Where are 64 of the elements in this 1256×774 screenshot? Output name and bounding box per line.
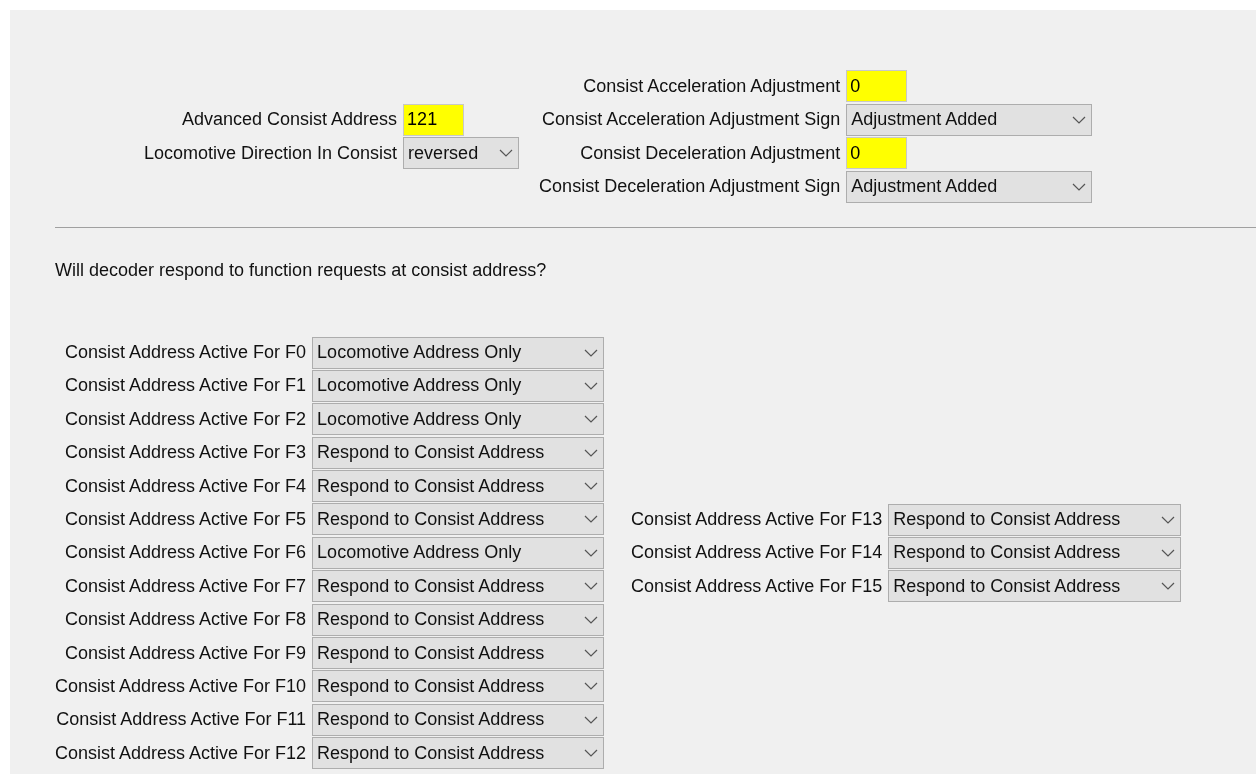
dropdown[interactable]: Respond to Consist Address	[312, 603, 605, 636]
chevron-icon	[584, 415, 599, 424]
input-field[interactable]: 0	[846, 137, 908, 169]
field-label: Consist Address Active For F15	[631, 574, 883, 598]
field-label: Consist Deceleration Adjustment Sign	[539, 175, 841, 198]
chevron-icon	[584, 615, 599, 624]
field-label: Consist Address Active For F8	[65, 608, 307, 632]
chevron-icon	[1072, 115, 1087, 124]
chevron-icon	[1161, 582, 1176, 591]
field-label: Consist Address Active For F9	[65, 641, 307, 665]
field-label: Locomotive Direction In Consist	[144, 141, 398, 165]
dropdown[interactable]: Respond to Consist Address	[888, 570, 1182, 603]
question-text: Will decoder respond to function requests at consist address?	[55, 258, 548, 282]
dropdown[interactable]: Locomotive Address Only	[312, 369, 605, 402]
field-label: Consist Address Active For F1	[65, 374, 307, 398]
chevron-icon	[499, 149, 514, 157]
field-label: Advanced Consist Address	[182, 108, 398, 131]
dropdown[interactable]: Locomotive Address Only	[312, 536, 605, 569]
chevron-icon	[584, 548, 599, 557]
field-label: Consist Address Active For F10	[55, 674, 307, 698]
dropdown[interactable]: Adjustment Added	[846, 170, 1093, 203]
dropdown[interactable]: Respond to Consist Address	[888, 503, 1182, 536]
chevron-icon	[584, 348, 599, 357]
chevron-icon	[584, 749, 599, 758]
field-label: Consist Address Active For F3	[65, 441, 307, 465]
dropdown[interactable]: Respond to Consist Address	[312, 570, 605, 603]
chevron-icon	[584, 715, 599, 724]
field-label: Consist Deceleration Adjustment	[580, 141, 841, 165]
field-label: Consist Address Active For F4	[65, 474, 307, 498]
dropdown[interactable]: Respond to Consist Address	[312, 436, 605, 469]
input-field[interactable]: 121	[403, 103, 465, 136]
field-label: Consist Address Active For F11	[56, 708, 307, 732]
dropdown[interactable]: Respond to Consist Address	[888, 536, 1182, 569]
field-label: Consist Address Active For F5	[65, 507, 307, 531]
field-label: Consist Address Active For F0	[65, 341, 307, 364]
chevron-icon	[584, 682, 599, 691]
dropdown[interactable]: Respond to Consist Address	[312, 470, 605, 503]
chevron-icon	[584, 448, 599, 457]
field-label: Consist Address Active For F6	[65, 541, 307, 565]
field-label: Consist Address Active For F7	[65, 574, 307, 598]
chevron-icon	[1161, 515, 1176, 524]
chevron-icon	[584, 482, 599, 491]
dropdown[interactable]: Respond to Consist Address	[312, 703, 605, 736]
dropdown[interactable]: Locomotive Address Only	[312, 403, 605, 436]
field-label: Consist Address Active For F14	[631, 541, 883, 565]
chevron-icon	[584, 381, 599, 390]
chevron-icon	[1161, 548, 1176, 557]
dropdown[interactable]: Respond to Consist Address	[312, 737, 605, 770]
dropdown[interactable]: reversed	[403, 137, 520, 169]
chevron-icon	[1072, 182, 1087, 191]
dropdown[interactable]: Respond to Consist Address	[312, 503, 605, 536]
chevron-icon	[584, 582, 599, 591]
input-field[interactable]: 0	[846, 70, 908, 102]
field-label: Consist Acceleration Adjustment Sign	[542, 108, 841, 131]
dropdown[interactable]: Locomotive Address Only	[312, 336, 605, 369]
field-label: Consist Address Active For F13	[631, 508, 883, 531]
field-label: Consist Address Active For F2	[65, 407, 307, 431]
chevron-icon	[584, 515, 599, 524]
dropdown[interactable]: Adjustment Added	[846, 103, 1093, 136]
chevron-icon	[584, 649, 599, 657]
dropdown[interactable]: Respond to Consist Address	[312, 637, 605, 669]
field-label: Consist Acceleration Adjustment	[583, 74, 841, 98]
field-label: Consist Address Active For F12	[55, 741, 307, 765]
dropdown[interactable]: Respond to Consist Address	[312, 670, 605, 703]
